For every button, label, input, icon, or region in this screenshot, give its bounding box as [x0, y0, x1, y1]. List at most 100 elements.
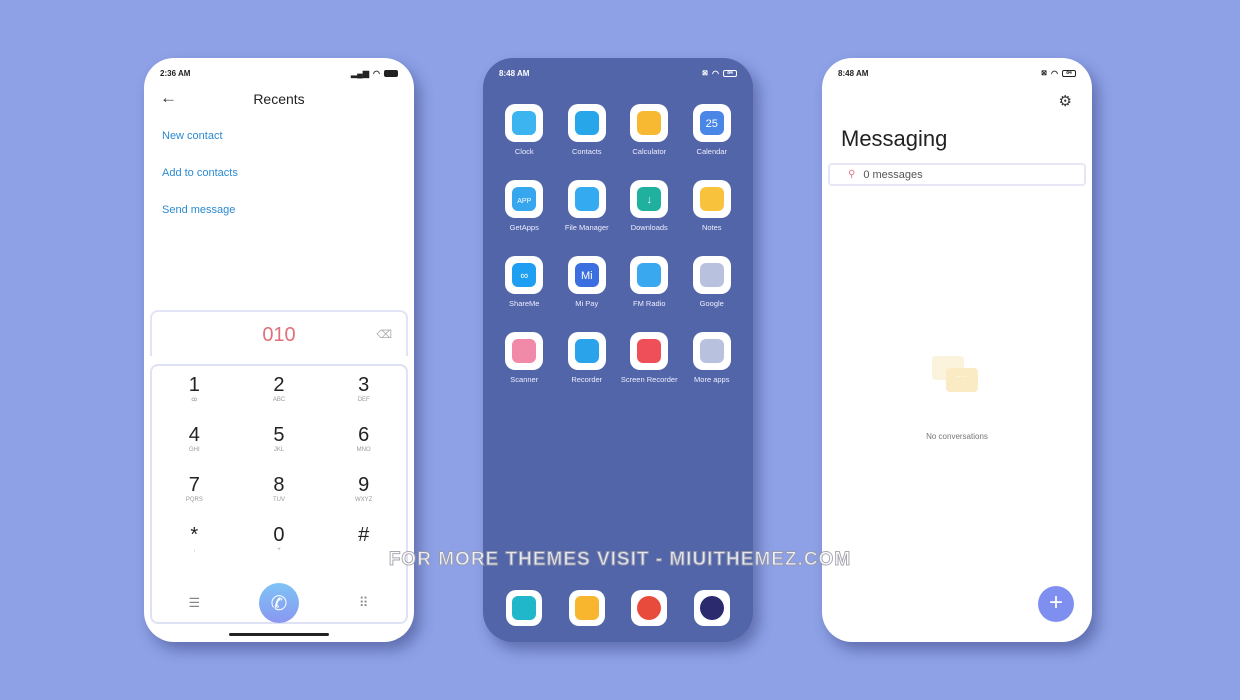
- wifi-icon: ◠: [1051, 68, 1058, 78]
- page-title: Messaging: [841, 126, 948, 151]
- app-label: Notes: [701, 223, 722, 232]
- download-icon: ↓: [637, 187, 662, 211]
- app-notes[interactable]: Notes: [681, 180, 744, 250]
- key-letters: MNO: [356, 447, 371, 453]
- add-to-contacts-link[interactable]: Add to contacts: [162, 167, 238, 179]
- app-shareme[interactable]: ∞ ShareMe: [493, 256, 556, 326]
- app-fm-radio[interactable]: FM Radio: [618, 256, 681, 326]
- app-label: Downloads: [630, 223, 668, 232]
- app-label: GetApps: [509, 223, 539, 232]
- dial-key[interactable]: 8 TUV: [237, 474, 322, 524]
- dock-app[interactable]: [631, 590, 668, 626]
- key-letters: ABC: [272, 397, 286, 403]
- app-label: Recorder: [571, 375, 603, 384]
- key-digit: 8: [273, 474, 285, 496]
- bookmark-icon: [699, 187, 724, 211]
- dial-key[interactable]: 3 DEF: [321, 374, 406, 424]
- status-time: 8:48 AM: [838, 68, 869, 78]
- settings-gear-icon[interactable]: ⚙: [1059, 92, 1072, 110]
- battery-icon: 84: [1062, 69, 1076, 77]
- backspace-icon[interactable]: ⌫: [376, 312, 392, 358]
- status-bar: 2:36 AM ▂▄▆ ◠: [160, 67, 398, 79]
- app-mi-pay[interactable]: Mi Mi Pay: [556, 256, 619, 326]
- dialed-number: 010: [262, 324, 296, 346]
- app-label: More apps: [694, 375, 730, 384]
- app-grid: Clock Contacts Calculator 25 Calendar APP GetA…: [493, 104, 743, 402]
- battery-icon: [384, 69, 398, 77]
- folder-google-icon: [699, 263, 724, 287]
- app-recorder[interactable]: Recorder: [556, 332, 619, 402]
- key-letters: DEF: [357, 397, 370, 403]
- app-label: File Manager: [564, 223, 609, 232]
- watermark: FOR MORE THEMES VISIT - MIUITHEMEZ.COM: [388, 549, 852, 571]
- app-screen-recorder[interactable]: Screen Recorder: [618, 332, 681, 402]
- empty-state-text: No conversations: [926, 432, 988, 441]
- infinity-icon: ∞: [512, 263, 537, 287]
- chrome-icon: [637, 596, 662, 620]
- wifi-icon: ◠: [712, 68, 719, 78]
- recorder-icon: [574, 339, 599, 363]
- call-button[interactable]: ✆: [258, 583, 299, 623]
- key-digit: 3: [358, 374, 370, 396]
- key-digit: 5: [273, 424, 285, 446]
- drop-icon: [512, 111, 537, 135]
- dial-key[interactable]: 1ꝏ: [152, 374, 237, 424]
- menu-icon[interactable]: ☰: [152, 574, 237, 632]
- dial-key[interactable]: 6 MNO: [321, 424, 406, 474]
- app-contacts[interactable]: Contacts: [556, 104, 619, 174]
- dock-app[interactable]: [693, 590, 730, 626]
- bag-icon: APP: [512, 187, 537, 211]
- key-digit: 1: [188, 374, 200, 396]
- dial-key[interactable]: 4 GHI: [152, 424, 237, 474]
- key-digit: 4: [188, 424, 200, 446]
- status-bar: 8:48 AM ⊠ ◠ 84: [499, 67, 737, 79]
- app-file-manager[interactable]: File Manager: [556, 180, 619, 250]
- dialpad-toggle-icon[interactable]: ⠿: [321, 574, 406, 632]
- app-label: Calculator: [632, 147, 667, 156]
- app-clock[interactable]: Clock: [493, 104, 556, 174]
- app-label: Calendar: [696, 147, 727, 156]
- dial-key[interactable]: 7 PQRS: [152, 474, 237, 524]
- person-icon: [574, 111, 599, 135]
- key-digit: *: [190, 524, 199, 546]
- app-getapps[interactable]: APP GetApps: [493, 180, 556, 250]
- radio-icon: [637, 263, 662, 287]
- qr-icon: [512, 339, 537, 363]
- app-label: ShareMe: [509, 299, 540, 308]
- search-input[interactable]: ⚲ 0 messages: [828, 163, 1086, 186]
- battery-icon: 84: [723, 69, 737, 77]
- calendar-icon: 25: [699, 111, 724, 135]
- app-label: FM Radio: [632, 299, 666, 308]
- app-google[interactable]: Google: [681, 256, 744, 326]
- app-more-apps[interactable]: More apps: [681, 332, 744, 402]
- status-time: 8:48 AM: [499, 68, 530, 78]
- alarm-icon: ⊠: [1041, 70, 1048, 77]
- send-message-link[interactable]: Send message: [162, 204, 235, 216]
- page-title: Recents: [253, 91, 305, 107]
- app-label: Mi Pay: [575, 299, 599, 308]
- app-calculator[interactable]: Calculator: [618, 104, 681, 174]
- equals-icon: [637, 111, 662, 135]
- app-label: Contacts: [571, 147, 602, 156]
- dock-app[interactable]: [506, 590, 543, 626]
- key-digit: 0: [273, 524, 285, 546]
- key-digit: #: [358, 524, 370, 546]
- dial-key[interactable]: 5 JKL: [237, 424, 322, 474]
- home-indicator[interactable]: [229, 633, 329, 636]
- new-message-button[interactable]: +: [1038, 586, 1074, 622]
- dial-key[interactable]: 2 ABC: [237, 374, 322, 424]
- mipay-icon: Mi: [574, 263, 599, 287]
- dialpad: 1 ꝏ 2 ABC 3 DEF 4 GHI 5 JKL 6 MNO 7 PQRS 8 TUV 9 WXYZ *, 0 +…: [150, 364, 408, 624]
- app-scanner[interactable]: Scanner: [493, 332, 556, 402]
- dialed-number-field[interactable]: 010 ⌫: [150, 310, 408, 356]
- key-letters: TUV: [272, 497, 285, 503]
- key-letters: ꝏ: [191, 397, 198, 403]
- message-icon: [574, 596, 599, 620]
- new-contact-link[interactable]: New contact: [162, 130, 223, 142]
- app-calendar[interactable]: 25 Calendar: [681, 104, 744, 174]
- signal-icon: ▂▄▆: [351, 68, 370, 78]
- folder-icon: [574, 187, 599, 211]
- app-downloads[interactable]: ↓ Downloads: [618, 180, 681, 250]
- dial-key[interactable]: 9 WXYZ: [321, 474, 406, 524]
- dock-app[interactable]: [568, 590, 605, 626]
